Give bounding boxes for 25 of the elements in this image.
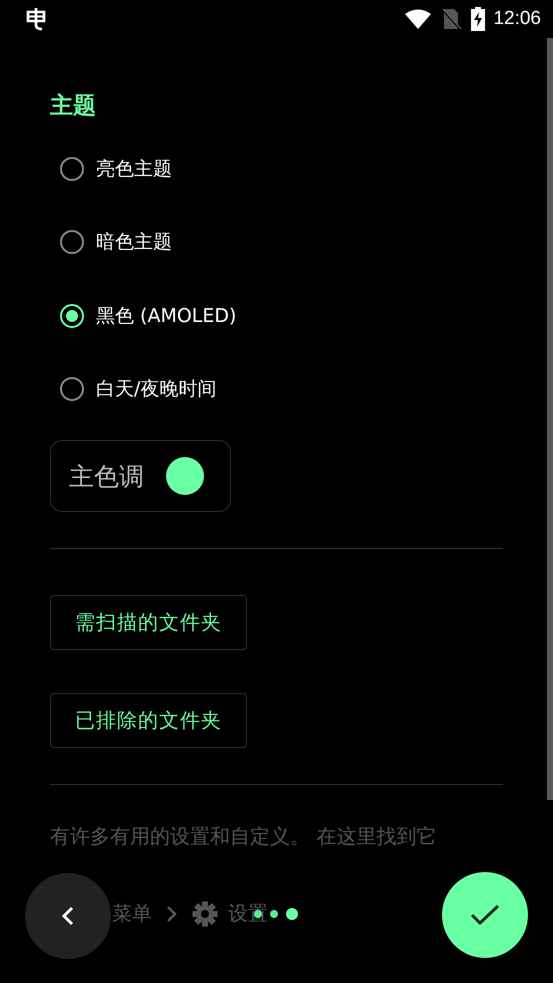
folder-button[interactable]: 需扫描的文件夹 [50,595,247,650]
accent-color-button[interactable]: 主色调 [50,440,231,512]
radio-label: 白天/夜晚时间 [96,377,216,402]
page-dot[interactable] [286,908,298,920]
check-icon [470,903,500,927]
radio-label: 黑色 (AMOLED) [96,304,236,329]
intro-text: 有许多有用的设置和自定义。 在这里找到它 [50,823,438,850]
page-dot[interactable] [270,910,278,918]
chevron-left-icon [61,906,75,926]
radio-label: 暗色主题 [96,230,172,256]
radio-button[interactable] [60,156,84,181]
radio-button[interactable] [60,377,84,402]
page-dot[interactable] [254,910,262,918]
chevron-right-icon [166,904,178,922]
section-title: 主题 [50,92,97,121]
wifi-icon [405,9,432,29]
folder-button[interactable]: 已排除的文件夹 [50,693,247,748]
accent-color-label: 主色调 [69,460,144,492]
radio-button-checked[interactable] [60,304,84,328]
radio-button[interactable] [60,230,84,254]
clock-time: 12:06 [493,8,541,30]
no-sim-icon [441,8,462,30]
radio-label: 亮色主题 [96,156,172,182]
battery-charging-icon [471,7,486,31]
settings-icon [192,900,218,926]
